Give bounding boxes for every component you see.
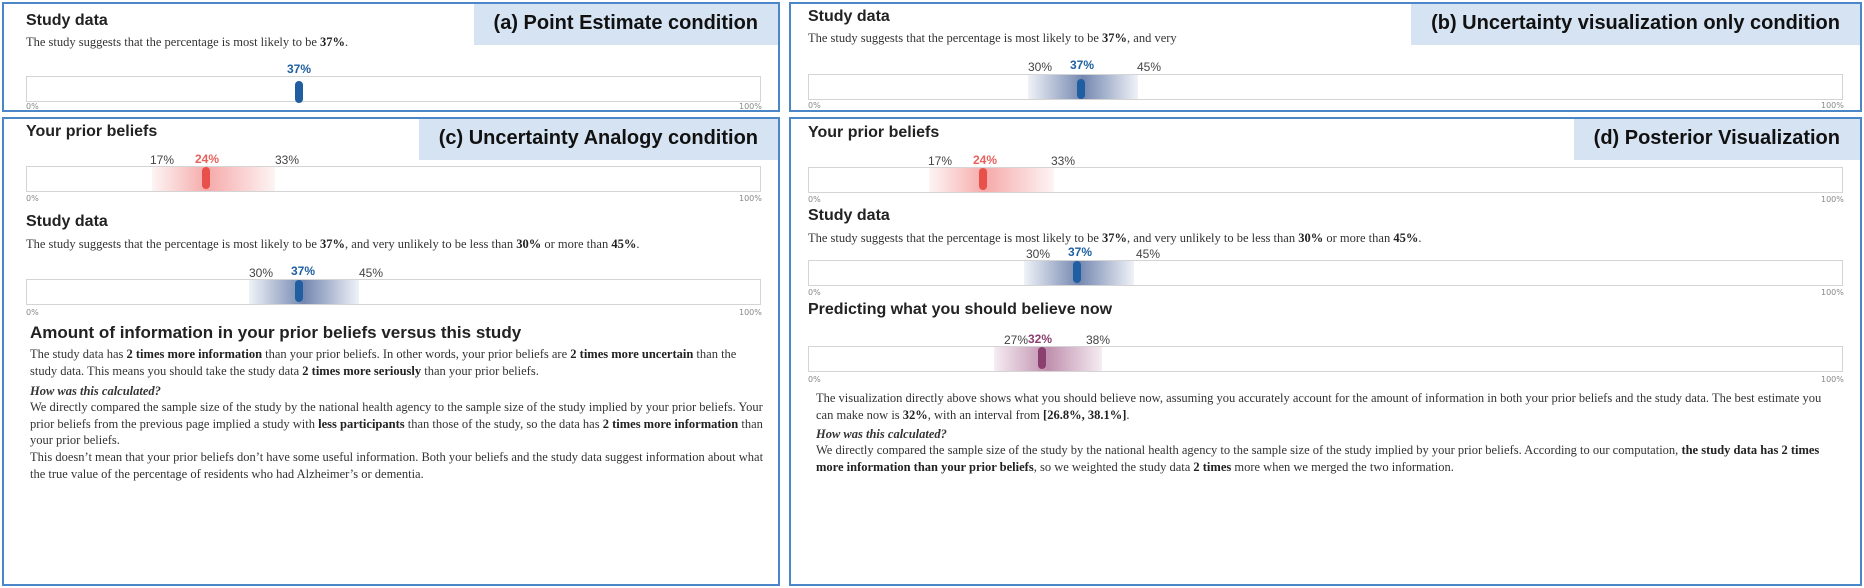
study-estimate-label: 37% xyxy=(287,62,312,76)
condition-label: (d) Posterior Visualization xyxy=(1573,119,1860,160)
axis-max-label: 100% xyxy=(739,102,762,111)
axis-max-label: 100% xyxy=(1821,375,1844,384)
prior-estimate-marker[interactable] xyxy=(202,167,210,189)
posterior-estimate-marker[interactable] xyxy=(1038,347,1046,369)
prior-estimate-label: 24% xyxy=(195,152,220,166)
study-description: The study suggests that the percentage i… xyxy=(808,31,1177,45)
prior-upper-label: 33% xyxy=(275,153,300,167)
axis-min-label: 0% xyxy=(808,288,821,297)
prior-uncertainty-band xyxy=(152,167,275,191)
study-upper-label: 45% xyxy=(359,266,384,280)
study-upper-label: 45% xyxy=(1136,247,1161,261)
study-estimate-label: 37% xyxy=(1068,245,1093,259)
how-calculated-title: How was this calculated? xyxy=(30,384,161,398)
study-estimate-label: 37% xyxy=(1070,58,1095,72)
posterior-lower-label: 27% xyxy=(1004,333,1029,347)
study-description: The study suggests that the percentage i… xyxy=(26,35,349,49)
study-slider-track[interactable] xyxy=(26,76,761,103)
how-calculated-text: We directly compared the sample size of … xyxy=(816,443,1820,474)
axis-min-label: 0% xyxy=(808,375,821,384)
axis-min-label: 0% xyxy=(26,308,39,317)
axis-min-label: 0% xyxy=(26,102,39,111)
study-estimate-marker[interactable] xyxy=(1077,79,1085,99)
study-lower-label: 30% xyxy=(249,266,274,280)
information-comparison-title: Amount of information in your prior beli… xyxy=(30,323,522,342)
condition-label: (c) Uncertainty Analogy condition xyxy=(418,119,778,160)
study-lower-label: 30% xyxy=(1028,60,1053,74)
study-data-title: Study data xyxy=(808,8,890,25)
axis-max-label: 100% xyxy=(739,194,762,203)
study-slider-track[interactable] xyxy=(808,260,1843,286)
axis-max-label: 100% xyxy=(1821,101,1844,110)
prior-uncertainty-band xyxy=(929,168,1054,192)
panel-uncertainty-only: (b) Uncertainty visualization only condi… xyxy=(789,2,1862,112)
study-slider-track[interactable] xyxy=(808,74,1843,100)
panel-uncertainty-analogy: (c) Uncertainty Analogy condition Your p… xyxy=(2,117,780,586)
prior-upper-label: 33% xyxy=(1051,154,1076,168)
posterior-title: Predicting what you should believe now xyxy=(808,301,1113,318)
prior-estimate-label: 24% xyxy=(973,153,998,167)
study-slider-track[interactable] xyxy=(26,279,761,305)
posterior-upper-label: 38% xyxy=(1086,333,1111,347)
condition-label: (a) Point Estimate condition xyxy=(473,4,778,45)
study-data-title: Study data xyxy=(26,213,108,230)
axis-max-label: 100% xyxy=(739,308,762,317)
posterior-estimate-label: 32% xyxy=(1028,332,1053,346)
posterior-uncertainty-band xyxy=(994,347,1102,371)
prior-slider-track[interactable] xyxy=(26,166,761,192)
condition-label: (b) Uncertainty visualization only condi… xyxy=(1411,4,1860,45)
prior-lower-label: 17% xyxy=(928,154,953,168)
study-estimate-marker[interactable] xyxy=(1073,261,1081,283)
study-estimate-label: 37% xyxy=(291,264,316,278)
axis-min-label: 0% xyxy=(808,101,821,110)
prior-beliefs-title: Your prior beliefs xyxy=(808,124,940,141)
study-lower-label: 30% xyxy=(1026,247,1051,261)
posterior-explanation-text: The visualization directly above shows w… xyxy=(816,391,1822,422)
how-calculated-title: How was this calculated? xyxy=(816,427,947,441)
axis-min-label: 0% xyxy=(26,194,39,203)
prior-beliefs-title: Your prior beliefs xyxy=(26,123,158,140)
prior-lower-label: 17% xyxy=(150,153,175,167)
information-comparison-text: The study data has 2 times more informat… xyxy=(30,347,737,378)
study-estimate-marker[interactable] xyxy=(295,81,303,103)
prior-estimate-marker[interactable] xyxy=(979,168,987,190)
axis-min-label: 0% xyxy=(808,195,821,204)
study-description: The study suggests that the percentage i… xyxy=(26,237,640,251)
study-description: The study suggests that the percentage i… xyxy=(808,231,1422,245)
study-estimate-marker[interactable] xyxy=(295,280,303,302)
study-upper-label: 45% xyxy=(1137,60,1162,74)
prior-usefulness-text: This doesn’t mean that your prior belief… xyxy=(30,450,764,481)
panel-point-estimate: (a) Point Estimate condition Study data … xyxy=(2,2,780,112)
panel-posterior-visualization: (d) Posterior Visualization Your prior b… xyxy=(789,117,1862,586)
posterior-slider-track[interactable] xyxy=(808,346,1843,372)
how-calculated-text: We directly compared the sample size of … xyxy=(30,400,763,447)
axis-max-label: 100% xyxy=(1821,195,1844,204)
study-data-title: Study data xyxy=(26,12,108,29)
study-uncertainty-band xyxy=(249,280,359,304)
study-data-title: Study data xyxy=(808,207,890,224)
axis-max-label: 100% xyxy=(1821,288,1844,297)
prior-slider-track[interactable] xyxy=(808,167,1843,193)
